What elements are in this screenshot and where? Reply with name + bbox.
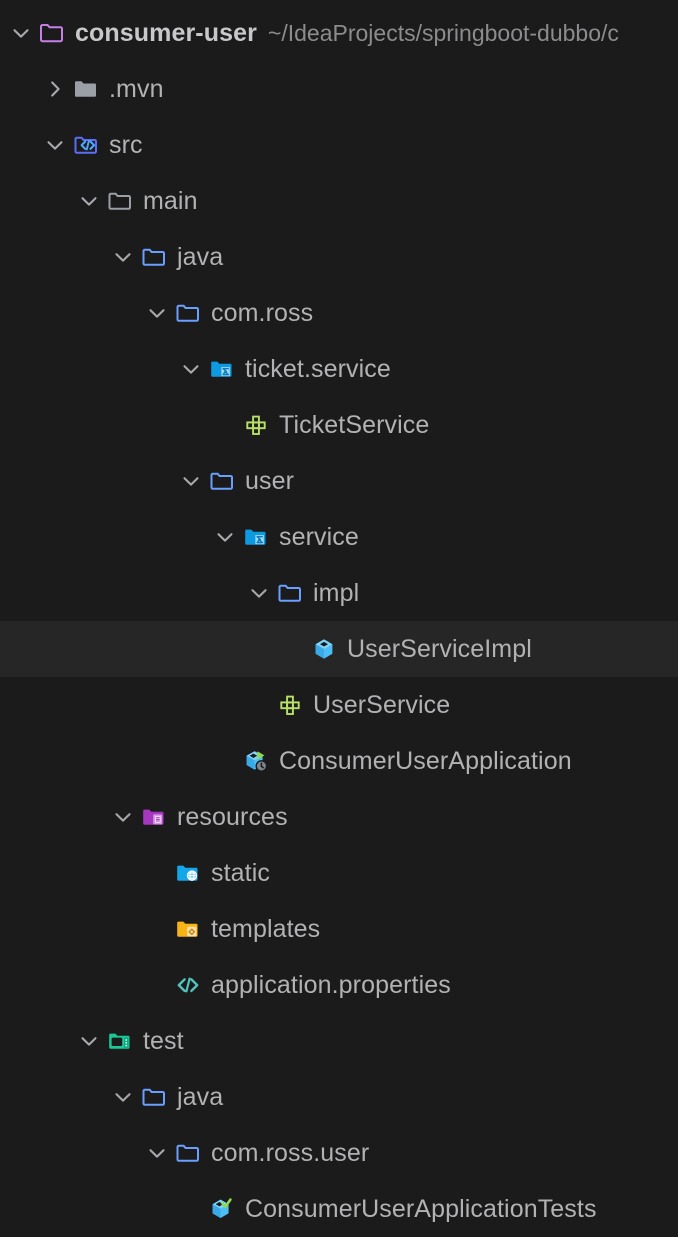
folder-outline-blue-icon xyxy=(208,467,236,495)
tree-row-label: .mvn xyxy=(109,75,164,103)
chevron-down-icon[interactable] xyxy=(110,804,136,830)
tree-row-label: templates xyxy=(211,915,321,943)
folder-filled-gray-icon xyxy=(72,75,100,103)
folder-outline-blue-icon xyxy=(140,1083,168,1111)
tree-row-label: user xyxy=(245,467,295,495)
resources-folder-icon xyxy=(140,803,168,831)
tree-row[interactable]: com.ross.user xyxy=(0,1125,678,1181)
tree-row-label: consumer-user xyxy=(75,19,257,47)
tree-row-label: service xyxy=(279,523,359,551)
tree-row-label: ConsumerUserApplicationTests xyxy=(245,1195,597,1223)
chevron-down-icon[interactable] xyxy=(110,1084,136,1110)
tree-row-label: TicketService xyxy=(279,411,430,439)
chevron-down-icon[interactable] xyxy=(110,244,136,270)
tree-row-label: UserService xyxy=(313,691,451,719)
tree-row-label: ticket.service xyxy=(245,355,391,383)
static-web-folder-icon xyxy=(174,859,202,887)
chevron-down-icon[interactable] xyxy=(76,188,102,214)
tree-row-label: UserServiceImpl xyxy=(347,635,532,663)
tree-row-label: com.ross.user xyxy=(211,1139,370,1167)
tree-row[interactable]: static xyxy=(0,845,678,901)
folder-outline-blue-icon xyxy=(174,299,202,327)
tree-row-label: com.ross xyxy=(211,299,314,327)
tree-row[interactable]: test xyxy=(0,1013,678,1069)
chevron-down-icon[interactable] xyxy=(246,580,272,606)
test-class-icon xyxy=(208,1195,236,1223)
folder-outline-blue-icon xyxy=(276,579,304,607)
tree-row[interactable]: ConsumerUserApplication xyxy=(0,733,678,789)
folder-outline-blue-icon xyxy=(174,1139,202,1167)
chevron-right-icon[interactable] xyxy=(42,76,68,102)
tree-row[interactable]: .mvn xyxy=(0,61,678,117)
tree-row-label: java xyxy=(177,243,224,271)
interface-icon xyxy=(276,691,304,719)
tree-row[interactable]: UserServiceImpl xyxy=(0,621,678,677)
tree-row[interactable]: resources xyxy=(0,789,678,845)
interface-icon xyxy=(242,411,270,439)
tree-row-label: java xyxy=(177,1083,224,1111)
tree-row[interactable]: impl xyxy=(0,565,678,621)
tree-row[interactable]: com.ross xyxy=(0,285,678,341)
chevron-down-icon[interactable] xyxy=(178,356,204,382)
tree-row[interactable]: user xyxy=(0,453,678,509)
tree-row-path: ~/IdeaProjects/springboot-dubbo/c xyxy=(267,20,619,46)
tree-row-label: src xyxy=(109,131,143,159)
chevron-down-icon[interactable] xyxy=(8,20,34,46)
package-folder-icon xyxy=(242,523,270,551)
tree-row[interactable]: main xyxy=(0,173,678,229)
chevron-down-icon[interactable] xyxy=(144,300,170,326)
package-folder-icon xyxy=(208,355,236,383)
project-tree[interactable]: consumer-user ~/IdeaProjects/springboot-d… xyxy=(0,0,678,1226)
tree-row[interactable]: templates xyxy=(0,901,678,957)
tree-row-label: application.properties xyxy=(211,971,451,999)
folder-outline-gray-icon xyxy=(106,187,134,215)
tree-row-label: test xyxy=(143,1027,184,1055)
class-icon xyxy=(310,635,338,663)
tree-row[interactable]: service xyxy=(0,509,678,565)
chevron-down-icon[interactable] xyxy=(76,1028,102,1054)
tree-row[interactable]: java xyxy=(0,1069,678,1125)
chevron-down-icon[interactable] xyxy=(42,132,68,158)
test-folder-icon xyxy=(106,1027,134,1055)
tree-row-label: resources xyxy=(177,803,288,831)
source-folder-icon xyxy=(72,131,100,159)
chevron-down-icon[interactable] xyxy=(212,524,238,550)
tree-row[interactable]: ConsumerUserApplicationTests xyxy=(0,1181,678,1237)
chevron-down-icon[interactable] xyxy=(144,1140,170,1166)
chevron-down-icon[interactable] xyxy=(178,468,204,494)
tree-row[interactable]: ticket.service xyxy=(0,341,678,397)
tree-row[interactable]: application.properties xyxy=(0,957,678,1013)
tree-row[interactable]: consumer-user ~/IdeaProjects/springboot-d… xyxy=(0,5,678,61)
properties-file-icon xyxy=(174,971,202,999)
tree-row[interactable]: TicketService xyxy=(0,397,678,453)
tree-row-label: static xyxy=(211,859,270,887)
templates-folder-icon xyxy=(174,915,202,943)
tree-row-label: ConsumerUserApplication xyxy=(279,747,572,775)
folder-outline-blue-icon xyxy=(140,243,168,271)
tree-row-label: impl xyxy=(313,579,360,607)
tree-row-label: main xyxy=(143,187,198,215)
tree-row[interactable]: UserService xyxy=(0,677,678,733)
tree-row[interactable]: src xyxy=(0,117,678,173)
runnable-class-icon xyxy=(242,747,270,775)
tree-row[interactable]: java xyxy=(0,229,678,285)
module-folder-icon xyxy=(38,19,66,47)
